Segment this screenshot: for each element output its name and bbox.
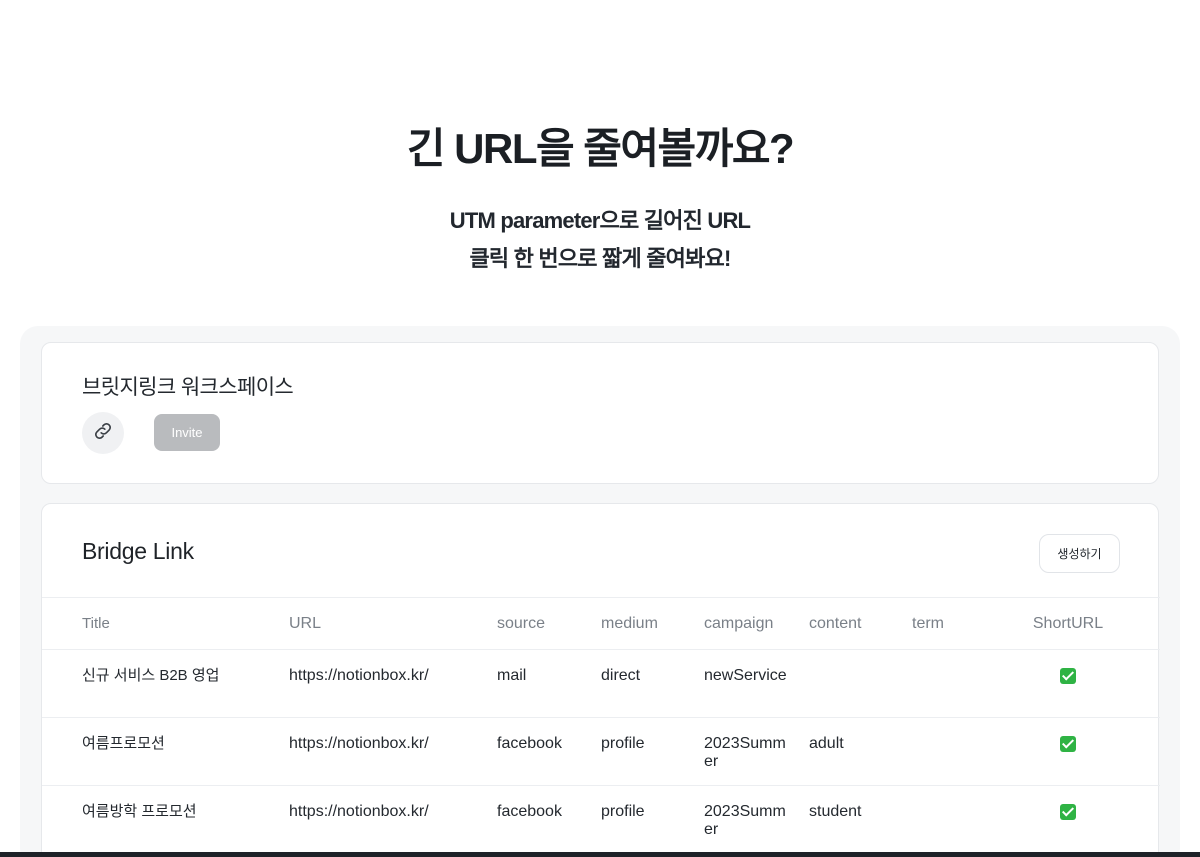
cell-medium: profile (601, 735, 645, 752)
column-header-campaign: campaign (704, 615, 774, 632)
bottom-bar (0, 852, 1200, 857)
hero-subtitle-line-1: UTM parameter으로 길어진 URL (449, 208, 751, 233)
cell-campaign: 2023Summer (704, 803, 786, 838)
column-header-medium: medium (601, 615, 658, 632)
column-header-url: URL (289, 615, 322, 632)
cell-url: https://notionbox.kr/ (289, 803, 429, 820)
table-row[interactable]: 여름프로모션 https://notionbox.kr/ facebook pr… (42, 717, 1160, 785)
cell-title: 신규 서비스 B2B 영업 (82, 667, 220, 684)
check-icon (1060, 735, 1076, 752)
copy-link-button[interactable] (82, 412, 124, 454)
links-table: Title URL source medium campaign content… (42, 597, 1160, 853)
cell-medium: profile (601, 803, 645, 820)
bridge-link-title: Bridge Link (82, 538, 194, 564)
cell-content: adult (809, 735, 844, 752)
column-header-shorturl: ShortURL (1032, 615, 1104, 632)
cell-medium: direct (601, 667, 641, 684)
invite-button[interactable]: Invite (154, 414, 220, 451)
table-row[interactable]: 여름방학 프로모션 https://notionbox.kr/ facebook… (42, 785, 1160, 853)
column-header-source: source (497, 615, 546, 632)
check-icon (1060, 803, 1076, 820)
page-title: 긴 URL을 줄여볼까요? (406, 125, 795, 172)
cell-content: student (809, 803, 862, 820)
workspace-card: 브릿지링크 워크스페이스 Invite (41, 342, 1159, 484)
column-header-content: content (809, 615, 862, 632)
bridge-link-card: Bridge Link 생성하기 Title URL source medium… (41, 503, 1160, 857)
cell-shorturl (982, 667, 1154, 685)
cell-source: facebook (497, 803, 562, 820)
cell-shorturl (982, 803, 1154, 821)
column-header-title: Title (82, 615, 110, 632)
table-header: Title URL source medium campaign content… (42, 597, 1160, 649)
cell-url: https://notionbox.kr/ (289, 667, 429, 684)
table-row[interactable]: 신규 서비스 B2B 영업 https://notionbox.kr/ mail… (42, 649, 1160, 717)
cell-source: facebook (497, 735, 562, 752)
cell-url: https://notionbox.kr/ (289, 735, 429, 752)
cell-title: 여름방학 프로모션 (82, 803, 197, 820)
create-button[interactable]: 생성하기 (1039, 534, 1120, 573)
cell-source: mail (497, 667, 527, 684)
cell-shorturl (982, 735, 1154, 753)
hero-subtitle-line-2: 클릭 한 번으로 짧게 줄여봐요! (469, 246, 731, 271)
cell-campaign: newService (704, 667, 787, 684)
link-icon (92, 420, 114, 447)
cell-title: 여름프로모션 (82, 735, 165, 752)
workspace-title: 브릿지링크 워크스페이스 (82, 376, 294, 399)
cell-campaign: 2023Summer (704, 735, 786, 770)
check-icon (1060, 667, 1076, 684)
